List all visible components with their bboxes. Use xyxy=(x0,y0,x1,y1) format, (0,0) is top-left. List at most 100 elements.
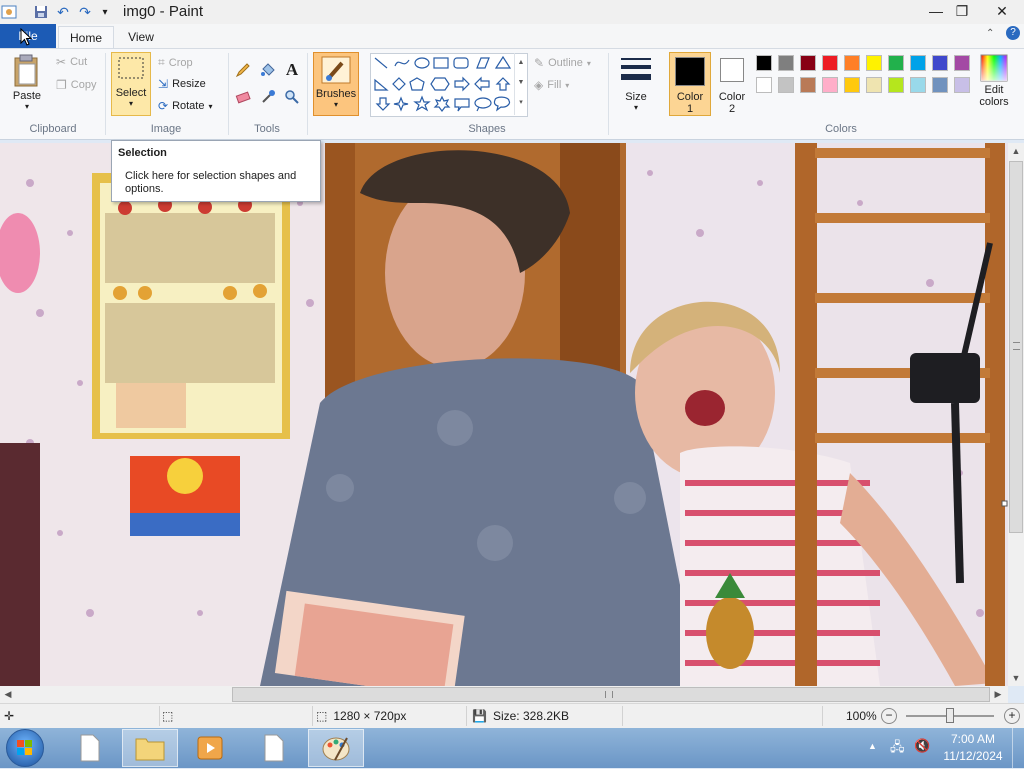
copy-button[interactable]: ❐ Copy xyxy=(56,78,96,92)
palette-swatch[interactable] xyxy=(822,55,838,71)
maximize-button[interactable]: ❐ xyxy=(946,0,978,22)
outline-icon: ✎ xyxy=(534,56,545,70)
paint-palette-icon xyxy=(322,737,350,761)
volume-muted-icon[interactable]: 🔇 xyxy=(914,738,930,754)
palette-swatch[interactable] xyxy=(954,55,970,71)
palette-swatch[interactable] xyxy=(866,55,882,71)
vertical-scrollbar[interactable]: ▲ ▼ xyxy=(1008,143,1024,686)
select-button[interactable]: Select ▾ xyxy=(111,52,151,116)
size-button[interactable]: Size ▾ xyxy=(614,54,658,112)
taskbar-paint[interactable] xyxy=(308,729,364,767)
fill-bucket-icon[interactable] xyxy=(258,60,278,80)
brushes-dropdown-icon: ▾ xyxy=(333,100,338,109)
media-player-icon xyxy=(197,736,223,760)
shapes-scroll-arrows[interactable]: ▲ ▼ ▾ xyxy=(514,53,527,115)
scroll-down-arrow[interactable]: ▼ xyxy=(1008,670,1024,686)
palette-swatch[interactable] xyxy=(844,55,860,71)
title-bar: ↶ ↷ ▾ img0 - Paint — ❐ ✕ xyxy=(0,0,1024,25)
palette-swatch[interactable] xyxy=(800,55,816,71)
selection-rectangle-icon xyxy=(118,57,144,79)
canvas-photo[interactable] xyxy=(0,143,1008,686)
fill-button[interactable]: ◈ Fill ▾ xyxy=(534,78,569,92)
palette-swatch[interactable] xyxy=(778,55,794,71)
taskbar-media-player[interactable] xyxy=(182,729,238,767)
palette-swatch[interactable] xyxy=(844,77,860,93)
taskbar-explorer[interactable] xyxy=(122,729,178,767)
help-icon[interactable]: ? xyxy=(1006,26,1020,40)
outline-dropdown-icon: ▾ xyxy=(586,58,591,68)
save-icon[interactable] xyxy=(32,3,50,21)
divider xyxy=(608,53,609,135)
tab-home[interactable]: Home xyxy=(58,26,114,49)
copy-icon: ❐ xyxy=(56,78,67,92)
palette-swatch[interactable] xyxy=(888,55,904,71)
zoom-slider-thumb[interactable] xyxy=(946,708,954,723)
shapes-gallery[interactable] xyxy=(370,53,528,117)
palette-swatch[interactable] xyxy=(800,77,816,93)
undo-icon[interactable]: ↶ xyxy=(54,3,72,21)
outline-button[interactable]: ✎ Outline ▾ xyxy=(534,56,591,70)
text-tool-icon[interactable]: A xyxy=(282,60,302,80)
mouse-cursor-icon xyxy=(20,27,33,49)
palette-swatch[interactable] xyxy=(866,77,882,93)
start-button[interactable] xyxy=(6,729,44,767)
color1-label: Color 1 xyxy=(676,91,704,115)
cursor-position-icon: ✛ xyxy=(4,709,15,723)
palette-swatch[interactable] xyxy=(932,55,948,71)
divider xyxy=(307,53,308,135)
close-button[interactable]: ✕ xyxy=(984,0,1020,22)
palette-swatch[interactable] xyxy=(756,55,772,71)
divider xyxy=(228,53,229,135)
shapes-group-label: Shapes xyxy=(468,123,506,135)
crop-button[interactable]: ⌗ Crop xyxy=(158,55,193,70)
scroll-left-arrow[interactable]: ◀ xyxy=(0,686,16,703)
scroll-up-arrow[interactable]: ▲ xyxy=(1008,143,1024,159)
color2-button[interactable]: Color 2 xyxy=(714,52,750,116)
show-desktop-button[interactable] xyxy=(1012,728,1024,768)
horizontal-scroll-thumb[interactable] xyxy=(232,687,990,702)
image-dimensions: 1280 × 720px xyxy=(333,709,407,723)
palette-swatch[interactable] xyxy=(910,77,926,93)
scroll-right-arrow[interactable]: ▶ xyxy=(990,686,1006,703)
zoom-in-button[interactable]: + xyxy=(1004,708,1020,724)
canvas-area[interactable] xyxy=(0,143,1008,686)
disk-icon: 💾 xyxy=(472,709,487,723)
palette-swatch[interactable] xyxy=(756,77,772,93)
network-icon[interactable]: 🖧 xyxy=(890,738,905,760)
copy-label: Copy xyxy=(70,79,97,91)
edit-colors-label: Edit colors xyxy=(979,84,1009,108)
folder-icon xyxy=(135,738,165,761)
taskbar-document-1[interactable] xyxy=(62,729,118,767)
palette-swatch[interactable] xyxy=(778,77,794,93)
select-label: Select xyxy=(115,87,147,99)
divider xyxy=(105,53,106,135)
paste-button[interactable]: Paste ▾ xyxy=(8,54,46,111)
magnifier-icon[interactable] xyxy=(282,87,302,107)
taskbar-document-2[interactable] xyxy=(246,729,302,767)
paint-app-icon[interactable] xyxy=(0,3,18,21)
zoom-out-button[interactable]: − xyxy=(881,708,897,724)
color2-label: Color 2 xyxy=(718,91,746,115)
palette-swatch[interactable] xyxy=(932,77,948,93)
palette-swatch[interactable] xyxy=(910,55,926,71)
show-hidden-icons[interactable]: ▲ xyxy=(868,741,877,751)
resize-button[interactable]: ⇲ Resize xyxy=(158,77,206,91)
horizontal-scrollbar[interactable]: ◀ ▶ xyxy=(0,686,1008,703)
pencil-icon[interactable] xyxy=(233,60,253,80)
palette-swatch[interactable] xyxy=(888,77,904,93)
vertical-scroll-thumb[interactable] xyxy=(1009,161,1023,533)
minimize-ribbon-icon[interactable]: ⌃ xyxy=(986,28,994,39)
customize-quick-access-icon[interactable]: ▾ xyxy=(96,3,114,21)
cut-button[interactable]: ✂ Cut xyxy=(56,55,87,69)
eraser-icon[interactable] xyxy=(233,87,253,107)
redo-icon[interactable]: ↷ xyxy=(76,3,94,21)
rotate-button[interactable]: ⟳ Rotate ▾ xyxy=(158,99,213,113)
color1-button[interactable]: Color 1 xyxy=(669,52,711,116)
clock[interactable]: 7:00 AM 11/12/2024 xyxy=(940,732,1006,763)
edit-colors-button[interactable]: Edit colors xyxy=(974,54,1014,108)
palette-swatch[interactable] xyxy=(954,77,970,93)
brushes-button[interactable]: Brushes ▾ xyxy=(313,52,359,116)
palette-swatch[interactable] xyxy=(822,77,838,93)
color-picker-icon[interactable] xyxy=(258,87,278,107)
tab-view[interactable]: View xyxy=(116,26,166,48)
